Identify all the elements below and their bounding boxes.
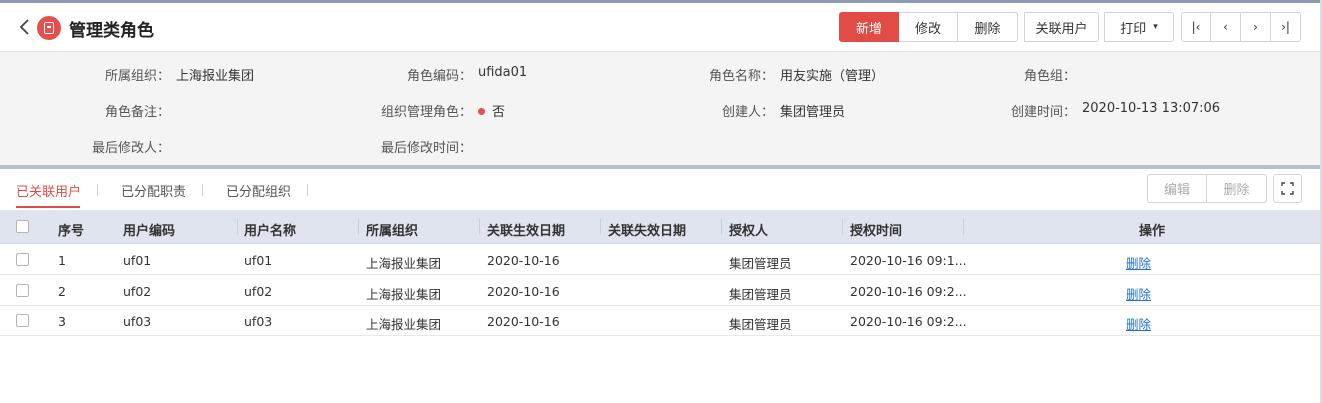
print-dropdown-button[interactable]: 打印 ▾ — [1104, 12, 1174, 42]
cell-org: 上海报业集团 — [366, 287, 442, 302]
modified-time-field: 最后修改时间： — [0, 137, 472, 156]
cell-index: 3 — [58, 314, 66, 329]
print-group: 打印 ▾ — [1104, 12, 1174, 42]
add-button[interactable]: 新增 — [839, 12, 899, 42]
row-delete-link[interactable]: 删除 — [1126, 314, 1151, 333]
created-time-label: 创建时间： — [1010, 105, 1076, 120]
chevron-down-icon: ▾ — [1153, 22, 1158, 32]
column-divider[interactable] — [479, 219, 480, 235]
cell-org: 上海报业集团 — [366, 256, 442, 271]
table-edit-button[interactable]: 编辑 — [1147, 174, 1207, 203]
last-record-button[interactable]: ›| — [1271, 12, 1301, 42]
role-app-icon — [37, 16, 61, 40]
col-start-date: 关联生效日期 — [487, 224, 566, 239]
first-record-button[interactable]: |‹ — [1181, 12, 1211, 42]
link-users-group: 关联用户 — [1024, 12, 1099, 42]
table-row[interactable]: 3 uf03 uf03 上海报业集团 2020-10-16 集团管理员 2020… — [0, 306, 1320, 336]
column-divider[interactable] — [600, 219, 601, 235]
cell-grantor: 集团管理员 — [729, 287, 792, 302]
created-time-field: 创建时间： — [0, 101, 1076, 120]
col-actions: 操作 — [1139, 224, 1166, 239]
expand-icon — [1281, 182, 1294, 195]
link-users-button[interactable]: 关联用户 — [1024, 12, 1099, 42]
cell-grantor: 集团管理员 — [729, 317, 792, 332]
cell-start-date: 2020-10-16 — [487, 284, 560, 299]
table-row[interactable]: 2 uf02 uf02 上海报业集团 2020-10-16 集团管理员 2020… — [0, 276, 1320, 306]
tab-separator — [97, 184, 98, 196]
cell-grant-time: 2020-10-16 09:2... — [850, 284, 967, 299]
cell-index: 2 — [58, 284, 66, 299]
col-org: 所属组织 — [366, 224, 419, 239]
cell-user-code: uf03 — [123, 314, 152, 329]
cell-start-date: 2020-10-16 — [487, 253, 560, 268]
cell-grant-time: 2020-10-16 09:1... — [850, 253, 967, 268]
active-tab-indicator — [16, 206, 80, 208]
column-divider[interactable] — [237, 219, 238, 235]
back-arrow-icon[interactable] — [18, 17, 32, 37]
tab-separator — [307, 184, 308, 196]
group-label: 角色组： — [1023, 69, 1076, 84]
col-grant-time: 授权时间 — [850, 224, 903, 239]
cell-user-name: uf01 — [244, 253, 273, 268]
cell-start-date: 2020-10-16 — [487, 314, 560, 329]
group-field: 角色组： — [0, 65, 1076, 84]
page-header: 管理类角色 新增 修改 删除 关联用户 打印 ▾ |‹ ‹ › ›| — [0, 3, 1322, 51]
cell-grant-time: 2020-10-16 09:2... — [850, 314, 967, 329]
cell-user-name: uf03 — [244, 314, 273, 329]
table-delete-button[interactable]: 删除 — [1207, 174, 1267, 203]
delete-button[interactable]: 删除 — [958, 12, 1018, 42]
table-action-group: 编辑 删除 — [1147, 174, 1267, 203]
row-delete-link[interactable]: 删除 — [1126, 284, 1151, 303]
tab-assigned-duties[interactable]: 已分配职责 — [121, 181, 186, 200]
cell-org: 上海报业集团 — [366, 317, 442, 332]
column-divider[interactable] — [358, 219, 359, 235]
row-checkbox[interactable] — [16, 314, 29, 327]
tab-bar: 已关联用户 已分配职责 已分配组织 — [0, 169, 1322, 209]
created-time-value: 2020-10-13 13:07:06 — [1082, 101, 1221, 116]
col-user-name: 用户名称 — [244, 224, 297, 239]
tab-separator — [202, 184, 203, 196]
record-nav-group: |‹ ‹ › ›| — [1181, 12, 1301, 42]
col-end-date: 关联失效日期 — [608, 224, 687, 239]
role-info-panel: 所属组织： 上海报业集团 角色编码： ufida01 角色名称： 用友实施（管理… — [0, 51, 1322, 165]
row-checkbox[interactable] — [16, 284, 29, 297]
col-index: 序号 — [58, 224, 85, 239]
cell-user-code: uf01 — [123, 253, 152, 268]
cell-user-code: uf02 — [123, 284, 152, 299]
modified-time-label: 最后修改时间： — [380, 141, 472, 156]
fullscreen-button[interactable] — [1273, 174, 1302, 203]
column-divider[interactable] — [963, 219, 964, 235]
main-action-group: 新增 修改 删除 — [839, 12, 1018, 42]
table-header: 序号 用户编码 用户名称 所属组织 关联生效日期 关联失效日期 授权人 授权时间… — [0, 210, 1320, 244]
cell-grantor: 集团管理员 — [729, 256, 792, 271]
select-all-checkbox[interactable] — [16, 220, 29, 233]
col-user-code: 用户编码 — [123, 224, 176, 239]
row-checkbox[interactable] — [16, 253, 29, 266]
page-title: 管理类角色 — [69, 21, 154, 41]
table-row[interactable]: 1 uf01 uf01 上海报业集团 2020-10-16 集团管理员 2020… — [0, 245, 1320, 275]
print-label: 打印 — [1120, 21, 1147, 37]
tab-linked-users[interactable]: 已关联用户 — [16, 181, 81, 200]
cell-user-name: uf02 — [244, 284, 273, 299]
cell-index: 1 — [58, 253, 66, 268]
prev-record-button[interactable]: ‹ — [1211, 12, 1241, 42]
next-record-button[interactable]: › — [1241, 12, 1271, 42]
edit-button[interactable]: 修改 — [899, 12, 958, 42]
col-grantor: 授权人 — [729, 224, 769, 239]
column-divider[interactable] — [721, 219, 722, 235]
tab-assigned-orgs[interactable]: 已分配组织 — [226, 181, 291, 200]
row-delete-link[interactable]: 删除 — [1126, 253, 1151, 272]
column-divider[interactable] — [842, 219, 843, 235]
